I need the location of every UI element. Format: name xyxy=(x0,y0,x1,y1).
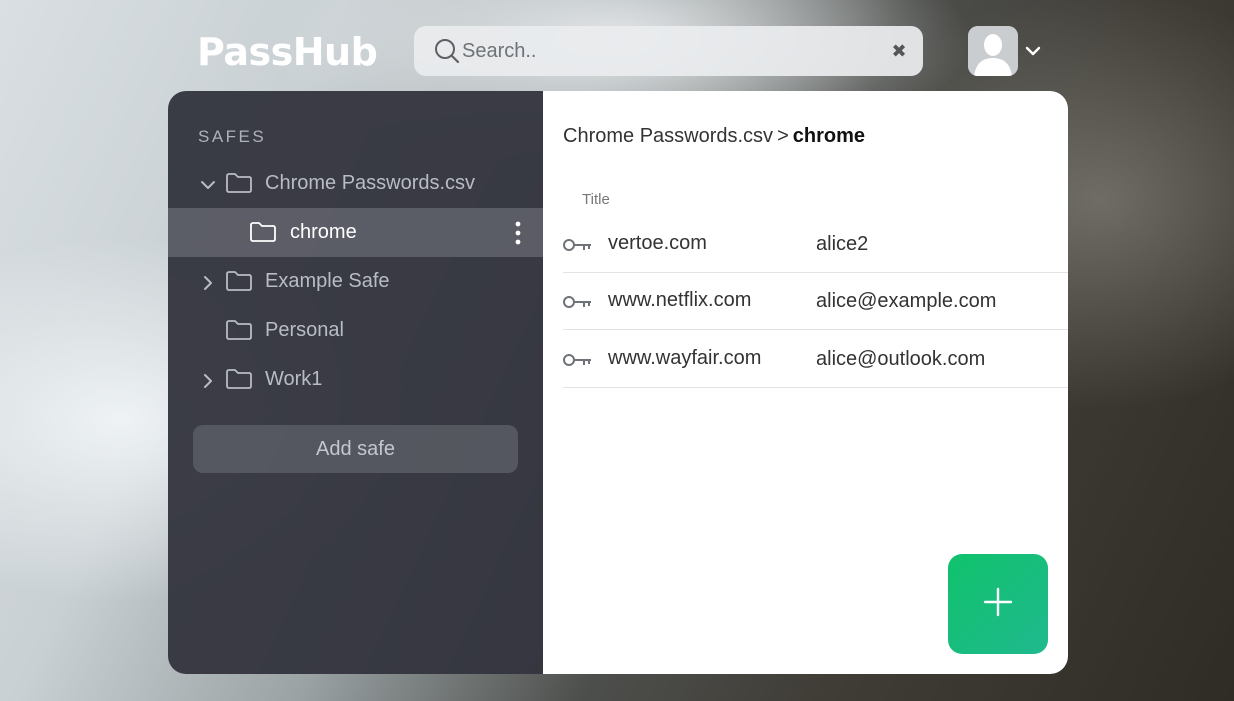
main-panel: SAFES Chrome Passwords.csv chrome Exampl… xyxy=(168,91,1068,674)
clear-search-icon[interactable]: ✖ xyxy=(887,39,911,63)
sidebar-item-label: Personal xyxy=(265,319,344,341)
sidebar-item-label: Chrome Passwords.csv xyxy=(265,172,476,194)
chevron-right-icon[interactable] xyxy=(200,372,216,388)
table-row[interactable]: www.wayfair.com alice@outlook.com xyxy=(563,331,1068,388)
search-input[interactable] xyxy=(462,39,862,63)
table-row[interactable]: www.netflix.com alice@example.com xyxy=(563,273,1068,330)
passhub-logo[interactable]: PassHub xyxy=(197,30,378,74)
sidebar-item-label: Example Safe xyxy=(265,270,390,292)
user-menu-chevron-icon[interactable] xyxy=(1024,42,1042,60)
key-icon xyxy=(563,238,593,252)
table-row[interactable]: vertoe.com alice2 xyxy=(563,216,1068,273)
avatar-icon xyxy=(968,26,1018,76)
folder-icon xyxy=(249,221,277,243)
user-avatar-button[interactable] xyxy=(968,26,1018,76)
row-username: alice@outlook.com xyxy=(816,348,986,370)
key-icon xyxy=(563,353,593,367)
safes-sidebar: SAFES Chrome Passwords.csv chrome Exampl… xyxy=(168,91,543,674)
breadcrumb-current: chrome xyxy=(792,125,865,147)
add-item-button[interactable] xyxy=(948,554,1048,654)
more-options-icon[interactable] xyxy=(515,221,521,245)
folder-icon xyxy=(225,172,253,194)
folder-icon xyxy=(225,319,253,341)
plus-icon xyxy=(982,586,1014,623)
chevron-down-icon[interactable] xyxy=(200,176,216,192)
items-content: Chrome Passwords.csv > chrome Title vertoe… xyxy=(543,91,1068,674)
sidebar-item-chrome[interactable]: chrome xyxy=(168,208,543,257)
row-username: alice@example.com xyxy=(816,290,997,312)
row-username: alice2 xyxy=(816,233,869,255)
row-title: www.netflix.com xyxy=(608,289,752,311)
column-header-title: Title xyxy=(582,191,610,208)
folder-icon xyxy=(225,368,253,390)
row-title: vertoe.com xyxy=(608,232,707,254)
sidebar-item-example-safe[interactable]: Example Safe xyxy=(168,257,543,306)
chevron-right-icon[interactable] xyxy=(200,274,216,290)
sidebar-item-label: chrome xyxy=(290,221,357,243)
breadcrumb: Chrome Passwords.csv > chrome xyxy=(563,125,865,148)
search-bar[interactable]: ✖ xyxy=(414,26,923,76)
safes-section-label: SAFES xyxy=(198,127,267,146)
sidebar-item-label: Work1 xyxy=(265,368,323,390)
key-icon xyxy=(563,295,593,309)
breadcrumb-parent[interactable]: Chrome Passwords.csv xyxy=(563,125,773,147)
folder-icon xyxy=(225,270,253,292)
sidebar-item-work1[interactable]: Work1 xyxy=(168,355,543,404)
sidebar-item-personal[interactable]: Personal xyxy=(168,306,543,355)
row-title: www.wayfair.com xyxy=(608,347,762,369)
breadcrumb-separator: > xyxy=(777,125,789,147)
search-icon xyxy=(434,38,460,64)
add-safe-button[interactable]: Add safe xyxy=(193,425,518,473)
sidebar-item-chrome-passwords[interactable]: Chrome Passwords.csv xyxy=(168,159,543,208)
